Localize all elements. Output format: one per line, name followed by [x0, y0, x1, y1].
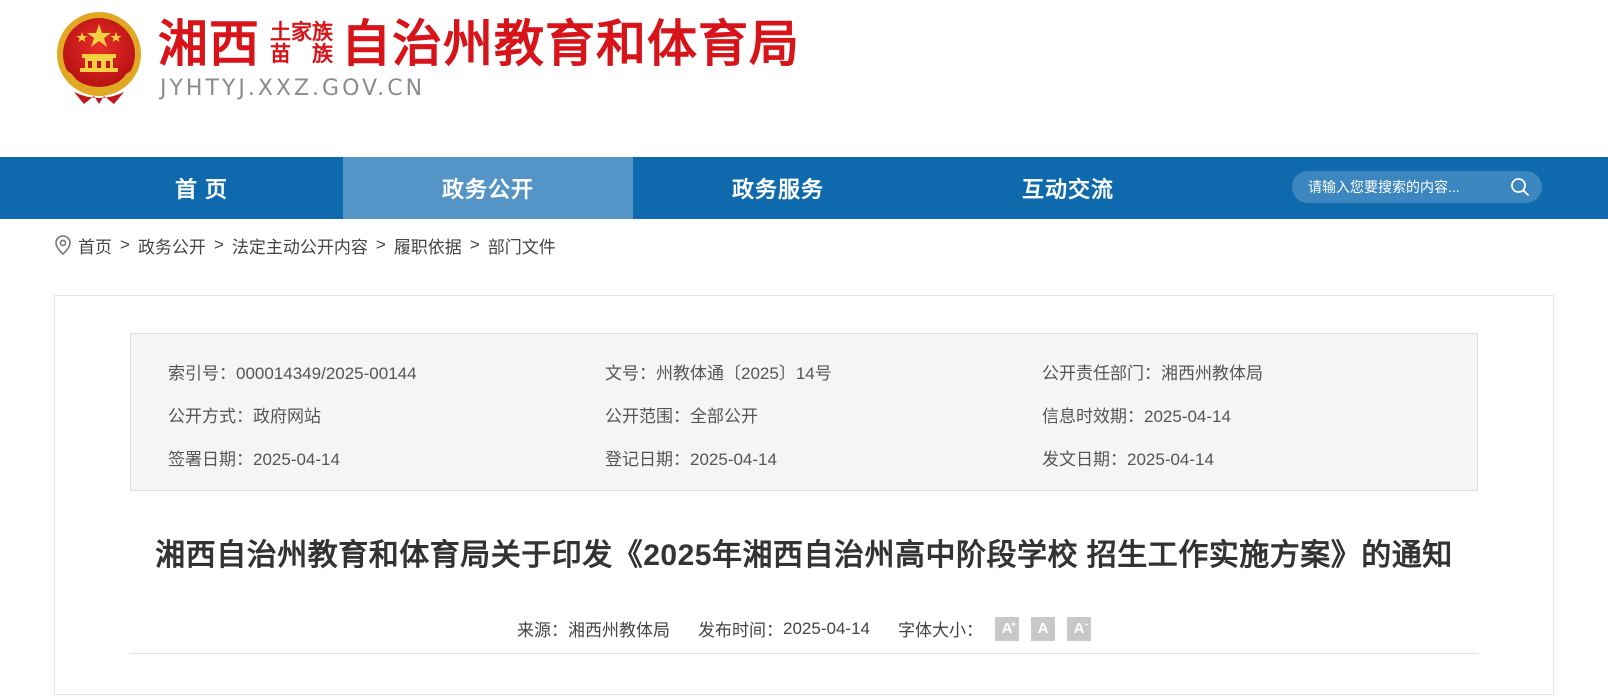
font-increase-sign: + [1010, 618, 1016, 629]
site-domain: JYHTYJ.XXZ.GOV.CN [160, 76, 426, 101]
divider [130, 653, 1478, 654]
metadata-index-number: 索引号：000014349/2025-00144 [168, 359, 417, 384]
metadata-issue-date: 发文日期：2025-04-14 [1042, 445, 1214, 470]
metadata-responsible-department: 公开责任部门：湘西州教体局 [1042, 359, 1263, 384]
site-title-stack-bottom-right: 族 [312, 43, 333, 66]
search-icon[interactable] [1508, 175, 1532, 199]
metadata-label: 登记日期： [605, 450, 690, 469]
publish-value: 2025-04-14 [783, 618, 870, 638]
metadata-value: 湘西州教体局 [1161, 364, 1263, 383]
metadata-row: 签署日期：2025-04-14 登记日期：2025-04-14 发文日期：202… [131, 445, 1477, 469]
article-info-bar: 来源： 湘西州教体局 发布时间： 2025-04-14 字体大小： A + A A- [55, 616, 1553, 641]
breadcrumb-department-documents[interactable]: 部门文件 [488, 233, 556, 258]
national-emblem-icon[interactable] [54, 10, 144, 106]
source-value: 湘西州教体局 [568, 621, 671, 640]
article-source: 来源： 湘西州教体局 [517, 616, 670, 641]
site-title-stack-top: 土家族 [270, 21, 333, 44]
metadata-document-number: 文号：州教体通〔2025〕14号 [605, 359, 832, 384]
nav-item-interaction[interactable]: 互动交流 [923, 157, 1213, 219]
nav-item-gov-services[interactable]: 政务服务 [633, 157, 923, 219]
metadata-label: 公开范围： [605, 407, 690, 426]
article-title: 湘西自治州教育和体育局关于印发《2025年湘西自治州高中阶段学校 招生工作实施方… [155, 539, 1453, 572]
location-pin-icon [54, 235, 72, 255]
breadcrumb: 首页 > 政务公开 > 法定主动公开内容 > 履职依据 > 部门文件 [54, 232, 556, 258]
breadcrumb-separator: > [469, 235, 480, 254]
metadata-value: 政府网站 [253, 407, 321, 426]
breadcrumb-separator: > [213, 235, 224, 254]
metadata-signing-date: 签署日期：2025-04-14 [168, 445, 340, 470]
breadcrumb-duty-basis[interactable]: 履职依据 [394, 233, 462, 258]
metadata-row: 公开方式：政府网站 公开范围：全部公开 信息时效期：2025-04-14 [131, 402, 1477, 426]
site-title[interactable]: 湘西 土家族 苗 族 自治州教育和体育局 [158, 14, 800, 74]
metadata-value: 2025-04-14 [1127, 450, 1214, 469]
metadata-value: 2025-04-14 [253, 450, 340, 469]
font-default-letter: A [1037, 620, 1049, 637]
breadcrumb-gov-affairs-open[interactable]: 政务公开 [138, 233, 206, 258]
metadata-label: 公开方式： [168, 407, 253, 426]
search-box [1292, 171, 1542, 203]
metadata-registration-date: 登记日期：2025-04-14 [605, 445, 777, 470]
article-container: 索引号：000014349/2025-00144 文号：州教体通〔2025〕14… [54, 295, 1554, 695]
metadata-label: 签署日期： [168, 450, 253, 469]
main-nav: 首 页 政务公开 政务服务 互动交流 [0, 157, 1608, 219]
metadata-row: 索引号：000014349/2025-00144 文号：州教体通〔2025〕14… [131, 359, 1477, 383]
font-decrease-letter: A [1073, 620, 1085, 637]
metadata-value: 全部公开 [690, 407, 758, 426]
font-increase-button[interactable]: A + [994, 616, 1019, 641]
metadata-value: 州教体通〔2025〕14号 [656, 364, 832, 383]
site-title-part2: 自治州教育和体育局 [341, 16, 800, 72]
metadata-disclosure-method: 公开方式：政府网站 [168, 402, 321, 427]
font-default-button[interactable]: A [1030, 616, 1055, 641]
breadcrumb-separator: > [120, 235, 130, 254]
article-publish-time: 发布时间： 2025-04-14 [698, 616, 870, 641]
site-title-stack-bottom: 苗 族 [270, 44, 333, 66]
font-size-label: 字体大小： [897, 621, 983, 640]
publish-label: 发布时间： [698, 621, 784, 640]
source-label: 来源： [517, 621, 569, 640]
search-input[interactable] [1306, 178, 1508, 196]
site-title-ethnic-stack: 土家族 苗 族 [270, 22, 333, 66]
metadata-validity-period: 信息时效期：2025-04-14 [1042, 402, 1231, 427]
metadata-label: 发文日期： [1042, 450, 1127, 469]
breadcrumb-home[interactable]: 首页 [78, 233, 112, 258]
metadata-label: 公开责任部门： [1042, 364, 1161, 383]
font-size-controls: 字体大小： A + A A- [898, 616, 1091, 641]
font-decrease-sign: - [1084, 618, 1088, 629]
metadata-disclosure-scope: 公开范围：全部公开 [605, 402, 758, 427]
breadcrumb-statutory-disclosure[interactable]: 法定主动公开内容 [232, 233, 368, 258]
site-title-part1: 湘西 [158, 16, 260, 72]
nav-item-gov-affairs-open[interactable]: 政务公开 [343, 157, 633, 219]
metadata-label: 文号： [605, 364, 656, 383]
font-decrease-button[interactable]: A- [1066, 616, 1091, 641]
document-metadata-table: 索引号：000014349/2025-00144 文号：州教体通〔2025〕14… [130, 333, 1478, 491]
metadata-value: 000014349/2025-00144 [236, 364, 417, 383]
metadata-label: 索引号： [168, 364, 236, 383]
nav-item-home[interactable]: 首 页 [60, 157, 343, 219]
site-header: 湘西 土家族 苗 族 自治州教育和体育局 JYHTYJ.XXZ.GOV.CN [0, 0, 1608, 157]
breadcrumb-separator: > [375, 235, 386, 254]
metadata-value: 2025-04-14 [1144, 407, 1231, 426]
metadata-value: 2025-04-14 [690, 450, 777, 469]
metadata-label: 信息时效期： [1042, 407, 1144, 426]
site-title-stack-bottom-left: 苗 [270, 43, 291, 66]
